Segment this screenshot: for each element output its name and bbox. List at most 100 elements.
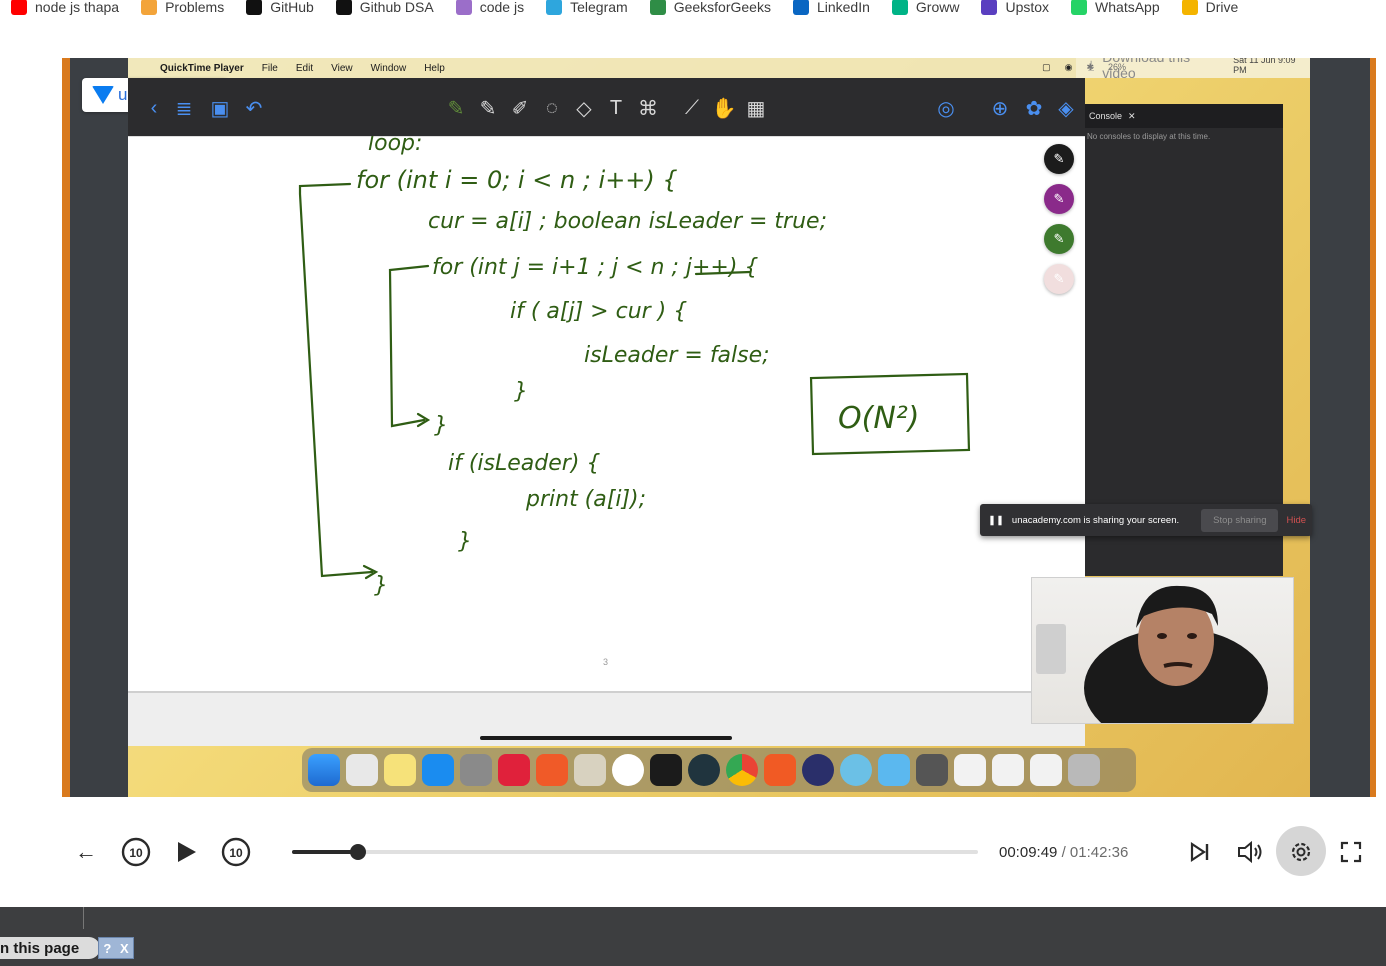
groww-icon (891, 0, 908, 15)
apps-icon[interactable]: ✿ (1022, 96, 1046, 120)
rewind-10-button[interactable]: 10 (116, 832, 156, 872)
settings-icon[interactable] (460, 754, 492, 786)
page-footer (0, 907, 1386, 966)
bookmark-7[interactable]: LinkedIn (782, 0, 881, 21)
bookmark-9[interactable]: Upstox (970, 0, 1060, 21)
activity-monitor-icon[interactable] (650, 754, 682, 786)
fullscreen-button[interactable] (1331, 832, 1371, 872)
help-icon[interactable]: ? (103, 941, 111, 956)
record-icon: ◉ (1064, 62, 1073, 72)
finder-icon[interactable] (308, 754, 340, 786)
bookmark-label: WhatsApp (1095, 0, 1160, 15)
bookmark-11[interactable]: Drive (1171, 0, 1250, 21)
frame-edge-left (62, 58, 70, 797)
unacademy-mark-icon (92, 86, 114, 104)
note-line-3: for (int j = i+1 ; j < n ; j++) { (432, 255, 758, 280)
script-editor-icon[interactable] (574, 754, 606, 786)
lasso-icon[interactable]: ◌ (540, 96, 564, 120)
back-arrow-icon[interactable]: ← (66, 832, 106, 872)
bookmark-3[interactable]: Github DSA (325, 0, 445, 21)
preview-icon[interactable] (840, 754, 872, 786)
hand-icon[interactable]: ✋ (712, 96, 737, 120)
github-icon (335, 0, 352, 15)
bookmark-2[interactable]: GitHub (235, 0, 325, 21)
brave-icon[interactable] (764, 754, 796, 786)
next-button[interactable] (1180, 832, 1220, 872)
hide-button[interactable]: Hide (1286, 515, 1306, 526)
color-pink-pen-icon[interactable]: ✎ (1044, 264, 1074, 294)
eraser-icon[interactable]: ◇ (572, 96, 596, 120)
notes-icon[interactable] (384, 754, 416, 786)
quicktime-icon[interactable] (688, 754, 720, 786)
screenshot-thumb-1[interactable] (916, 754, 948, 786)
screenshot-thumb-2[interactable] (954, 754, 986, 786)
find-in-page-pill[interactable]: n this page (0, 937, 100, 959)
note-line-6: } (514, 379, 528, 404)
grid-icon[interactable]: ▦ (744, 96, 768, 120)
seek-progress (292, 850, 358, 854)
intellij-icon[interactable] (498, 754, 530, 786)
chrome-icon[interactable] (726, 754, 758, 786)
console-tab-label: Console (1089, 111, 1123, 121)
menu-file: File (261, 62, 278, 74)
seek-bar[interactable] (292, 844, 978, 860)
undo-icon[interactable]: ↶ (242, 96, 266, 120)
close-icon[interactable]: ✕ (1128, 111, 1136, 122)
close-icon[interactable]: X (120, 941, 129, 956)
launchpad-icon[interactable] (346, 754, 378, 786)
screen-share-bar: ❚❚ unacademy.com is sharing your screen.… (980, 504, 1312, 536)
add-icon[interactable]: ⊕ (988, 96, 1012, 120)
settings-button[interactable] (1281, 832, 1321, 872)
drive-icon (1181, 0, 1198, 15)
screenshot-thumb-3[interactable] (992, 754, 1024, 786)
bookmark-label: Problems (165, 0, 225, 15)
folder-icon[interactable] (878, 754, 910, 786)
video-frame[interactable]: QuickTime Player File Edit View Window H… (62, 58, 1376, 797)
play-button[interactable] (166, 832, 206, 872)
pen-icon[interactable]: ✎ (476, 96, 500, 120)
console-tab[interactable]: Console ✕ (1085, 104, 1283, 128)
frame-edge-right (1370, 58, 1376, 797)
whiteboard-app-icon[interactable] (612, 754, 644, 786)
fullscreen-icon (1340, 841, 1362, 863)
telegram-icon (546, 0, 563, 15)
whatsapp-icon (1071, 0, 1088, 15)
shapes-icon[interactable]: ⌘ (636, 96, 660, 120)
note-line-4: if ( a[j] > cur ) { (510, 299, 687, 324)
bookmark-4[interactable]: code js (445, 0, 535, 21)
bookmark-8[interactable]: Groww (881, 0, 971, 21)
bookmark-5[interactable]: Telegram (535, 0, 639, 21)
color-black-pen-icon[interactable]: ✎ (1044, 144, 1074, 174)
trash-icon[interactable] (1068, 754, 1100, 786)
pencil-icon[interactable]: ✐ (508, 96, 532, 120)
ruler-icon[interactable]: ⟋ (680, 96, 704, 120)
color-green-pen-icon[interactable]: ✎ (1044, 224, 1074, 254)
stop-sharing-button[interactable]: Stop sharing (1201, 508, 1279, 532)
bookmark-0[interactable]: node js thapa (0, 0, 130, 21)
time-separator: / (1061, 844, 1066, 861)
bookmark-label: Drive (1205, 0, 1239, 15)
bookmark-label: Upstox (1005, 0, 1050, 15)
share-bar-text: unacademy.com is sharing your screen. (1011, 514, 1180, 526)
text-tool-icon[interactable]: T (604, 96, 628, 120)
color-purple-pen-icon[interactable]: ✎ (1044, 184, 1074, 214)
swift-icon[interactable] (536, 754, 568, 786)
screenshot-thumb-4[interactable] (1030, 754, 1062, 786)
download-video-overlay[interactable]: ⤓ Download this video Sat 11 Jun 9:09 PM (1076, 58, 1310, 81)
pages-icon[interactable]: ≣ (172, 96, 196, 120)
volume-button[interactable] (1230, 832, 1270, 872)
bookmark-1[interactable]: Problems (130, 0, 235, 21)
handwritten-notes: loop: for (int i = 0; i < n ; i++) { cur… (298, 136, 971, 598)
menu-edit: Edit (295, 62, 314, 74)
bookmark-10[interactable]: WhatsApp (1060, 0, 1171, 21)
highlighter-icon[interactable]: ✎ (444, 96, 468, 120)
app-store-icon[interactable] (422, 754, 454, 786)
forward-10-button[interactable]: 10 (216, 832, 256, 872)
mic-icon[interactable]: ◎ (934, 96, 958, 120)
media-icon[interactable]: ▣ (208, 96, 232, 120)
bookmark-6[interactable]: GeeksforGeeks (639, 0, 782, 21)
layers-icon[interactable]: ◈ (1054, 96, 1078, 120)
back-icon[interactable]: ‹ (142, 96, 166, 120)
seek-handle[interactable] (349, 844, 366, 860)
eclipse-icon[interactable] (802, 754, 834, 786)
